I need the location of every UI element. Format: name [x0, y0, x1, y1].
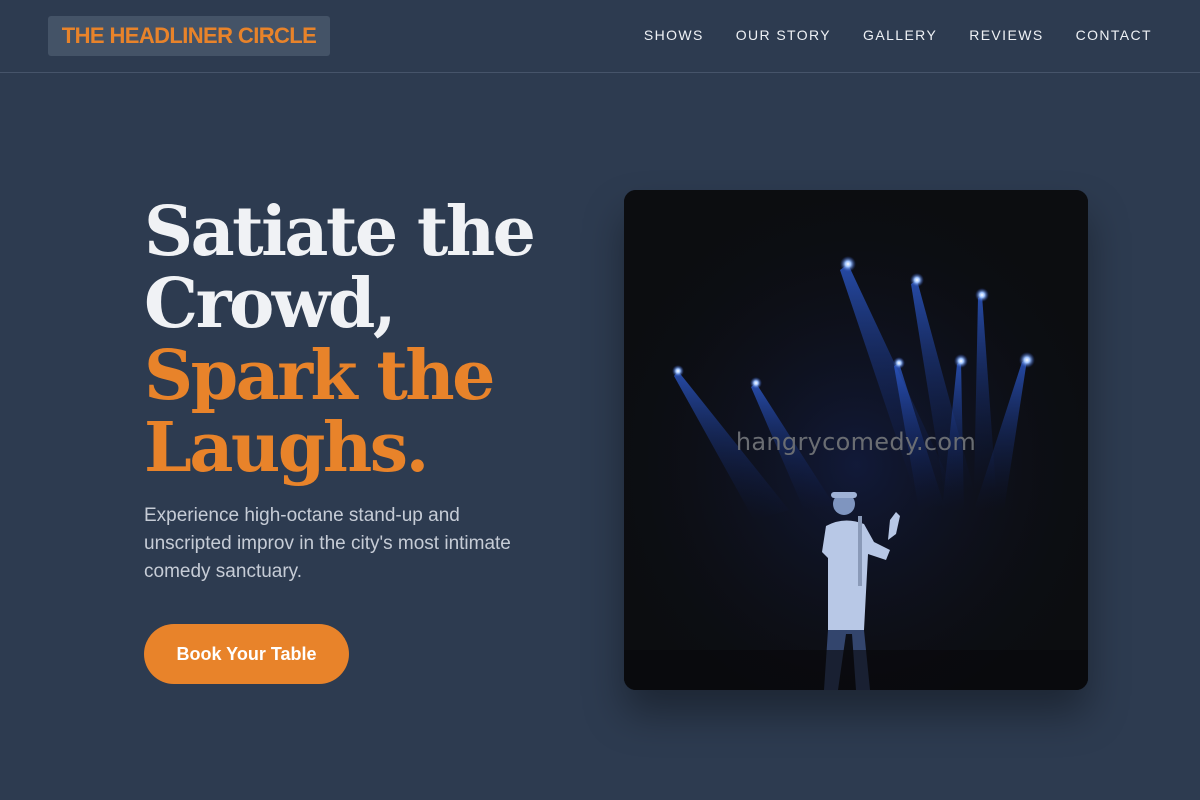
headline-accent-line-2: Laughs. — [144, 408, 429, 488]
nav-item-reviews[interactable]: REVIEWS — [969, 24, 1043, 46]
nav-item-our-story[interactable]: OUR STORY — [736, 24, 831, 46]
image-watermark: hangrycomedy.com — [735, 428, 977, 456]
headline-accent-line-1: Spark the — [144, 336, 495, 416]
main-nav: SHOWS OUR STORY GALLERY REVIEWS CONTACT — [612, 24, 1152, 46]
headline-line-2: Crowd, — [144, 264, 397, 344]
hero-copy: Satiate the Crowd, Spark the Laughs. Exp… — [144, 196, 584, 586]
hero-image: hangrycomedy.com — [624, 190, 1088, 690]
top-navbar: THE HEADLINER CIRCLE SHOWS OUR STORY GAL… — [0, 0, 1200, 73]
book-table-button[interactable]: Book Your Table — [144, 624, 349, 684]
hero-headline: Satiate the Crowd, Spark the Laughs. — [144, 196, 584, 484]
hero-subtitle: Experience high-octane stand-up and unsc… — [144, 505, 511, 582]
brand-logo[interactable]: THE HEADLINER CIRCLE — [48, 16, 330, 56]
nav-item-gallery[interactable]: GALLERY — [863, 24, 937, 46]
headline-line-1: Satiate the — [144, 192, 536, 272]
nav-item-shows[interactable]: SHOWS — [644, 24, 704, 46]
nav-item-contact[interactable]: CONTACT — [1076, 24, 1152, 46]
